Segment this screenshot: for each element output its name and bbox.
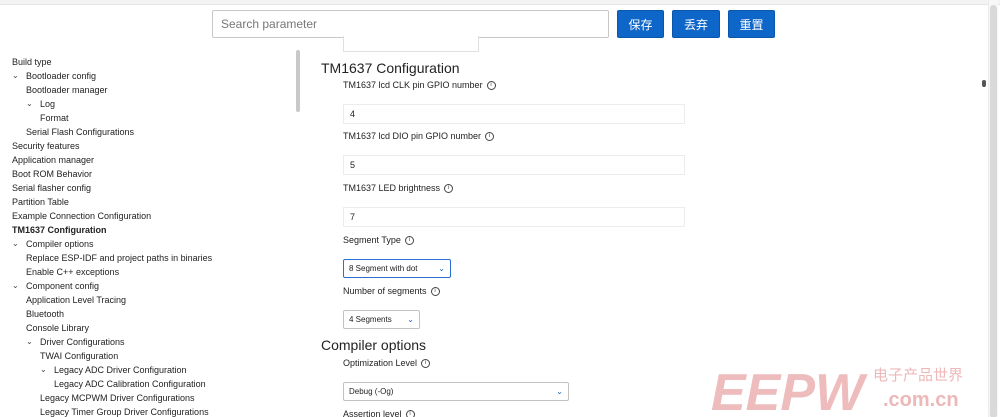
- chevron-down-icon: ⌄: [407, 315, 414, 324]
- segment-type-select[interactable]: 8 Segment with dot ⌄: [343, 259, 451, 278]
- sidebar-item-twai-configuration[interactable]: TWAI Configuration: [40, 350, 118, 362]
- info-icon[interactable]: i: [405, 409, 415, 417]
- segment-type-value: 8 Segment with dot: [349, 264, 418, 273]
- sidebar-tree: Build type ⌄ Bootloader config Bootloade…: [0, 54, 296, 417]
- chevron-down-icon[interactable]: ⌄: [12, 238, 19, 250]
- chevron-down-icon[interactable]: ⌄: [12, 280, 19, 292]
- top-border: [0, 0, 1000, 5]
- scroll-indicator: [982, 80, 986, 87]
- clk-gpio-input[interactable]: 4: [343, 104, 685, 124]
- sidebar-item-bootloader-manager[interactable]: Bootloader manager: [26, 84, 108, 96]
- info-icon[interactable]: i: [444, 183, 454, 193]
- save-button[interactable]: 保存: [617, 10, 664, 38]
- sidebar-item-component-config[interactable]: Component config: [26, 280, 99, 292]
- search-input[interactable]: [212, 10, 609, 38]
- sidebar-scrollbar[interactable]: [296, 50, 300, 112]
- section-title-tm1637: TM1637 Configuration: [321, 60, 460, 76]
- sidebar-item-security-features[interactable]: Security features: [12, 140, 80, 152]
- sidebar-item-build-type[interactable]: Build type: [12, 56, 52, 68]
- param-label-dio: TM1637 lcd DIO pin GPIO number i: [343, 131, 495, 141]
- chevron-down-icon[interactable]: ⌄: [12, 70, 19, 82]
- main-scrollbar-thumb[interactable]: [990, 5, 997, 417]
- sidebar-item-legacy-mcpwm[interactable]: Legacy MCPWM Driver Configurations: [40, 392, 195, 404]
- info-icon[interactable]: i: [421, 358, 431, 368]
- param-label-num-segments: Number of segments i: [343, 286, 440, 296]
- chevron-down-icon: ⌄: [438, 264, 445, 273]
- param-label-assertion: Assertion level i: [343, 409, 415, 417]
- config-panel: TM1637 Configuration TM1637 lcd CLK pin …: [306, 36, 996, 417]
- previous-field-edge: [343, 36, 479, 52]
- num-segments-select[interactable]: 4 Segments ⌄: [343, 310, 420, 329]
- sidebar-item-legacy-adc-calibration[interactable]: Legacy ADC Calibration Configuration: [54, 378, 206, 390]
- sidebar-item-bootloader-config[interactable]: Bootloader config: [26, 70, 96, 82]
- sidebar-item-legacy-timer-group[interactable]: Legacy Timer Group Driver Configurations: [40, 406, 209, 417]
- sidebar-item-legacy-adc-driver[interactable]: Legacy ADC Driver Configuration: [54, 364, 187, 376]
- chevron-down-icon[interactable]: ⌄: [26, 336, 33, 348]
- reset-button[interactable]: 重置: [728, 10, 775, 38]
- sidebar-item-example-connection[interactable]: Example Connection Configuration: [12, 210, 151, 222]
- discard-button[interactable]: 丢弃: [672, 10, 720, 38]
- sidebar-item-boot-rom-behavior[interactable]: Boot ROM Behavior: [12, 168, 92, 180]
- sidebar-item-bluetooth[interactable]: Bluetooth: [26, 308, 64, 320]
- sidebar-item-log[interactable]: Log: [40, 98, 55, 110]
- param-label-segment-type: Segment Type i: [343, 235, 414, 245]
- chevron-down-icon: ⌄: [556, 387, 563, 396]
- sidebar-item-compiler-options[interactable]: Compiler options: [26, 238, 94, 250]
- sidebar-item-replace-paths[interactable]: Replace ESP-IDF and project paths in bin…: [26, 252, 212, 264]
- sidebar-item-serial-flasher-config[interactable]: Serial flasher config: [12, 182, 91, 194]
- sidebar-item-format[interactable]: Format: [40, 112, 69, 124]
- optimization-level-select[interactable]: Debug (-Og) ⌄: [343, 382, 569, 401]
- sidebar-item-partition-table[interactable]: Partition Table: [12, 196, 69, 208]
- info-icon[interactable]: i: [486, 80, 496, 90]
- info-icon[interactable]: i: [485, 131, 495, 141]
- optimization-level-value: Debug (-Og): [349, 387, 394, 396]
- info-icon[interactable]: i: [404, 235, 414, 245]
- sidebar-item-console-library[interactable]: Console Library: [26, 322, 89, 334]
- dio-gpio-input[interactable]: 5: [343, 155, 685, 175]
- chevron-down-icon[interactable]: ⌄: [40, 364, 47, 376]
- section-title-compiler: Compiler options: [321, 337, 427, 353]
- sidebar-item-cpp-exceptions[interactable]: Enable C++ exceptions: [26, 266, 119, 278]
- sidebar-item-tm1637-configuration[interactable]: TM1637 Configuration: [12, 224, 107, 236]
- sidebar-item-application-manager[interactable]: Application manager: [12, 154, 94, 166]
- chevron-down-icon[interactable]: ⌄: [26, 98, 33, 110]
- sidebar-item-app-level-tracing[interactable]: Application Level Tracing: [26, 294, 126, 306]
- param-label-optimization: Optimization Level i: [343, 358, 431, 368]
- sidebar-item-serial-flash-configurations[interactable]: Serial Flash Configurations: [26, 126, 134, 138]
- sidebar-item-driver-configurations[interactable]: Driver Configurations: [40, 336, 125, 348]
- num-segments-value: 4 Segments: [349, 315, 392, 324]
- param-label-clk: TM1637 lcd CLK pin GPIO number i: [343, 80, 496, 90]
- info-icon[interactable]: i: [430, 286, 440, 296]
- brightness-input[interactable]: 7: [343, 207, 685, 227]
- param-label-brightness: TM1637 LED brightness i: [343, 183, 454, 193]
